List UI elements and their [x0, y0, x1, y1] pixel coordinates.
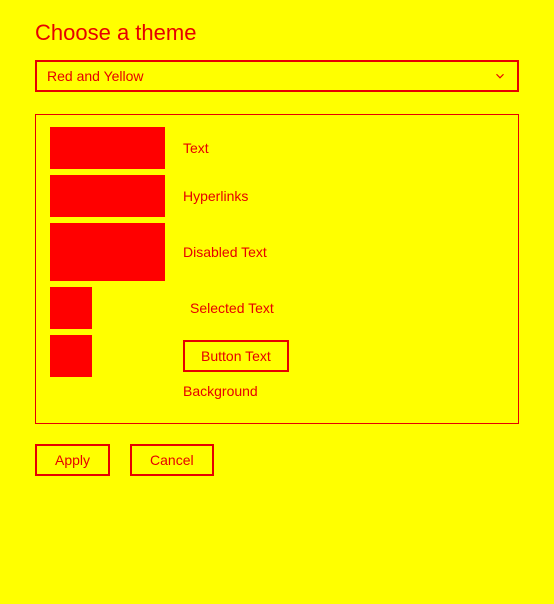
button-text-sample: Button Text — [183, 340, 289, 372]
background-label: Background — [183, 383, 258, 399]
hyperlinks-color-swatch[interactable] — [50, 175, 165, 217]
preview-row-background: Background — [50, 383, 504, 399]
hyperlinks-label: Hyperlinks — [183, 188, 248, 204]
disabled-label: Disabled Text — [183, 244, 267, 260]
preview-row-text: Text — [50, 127, 504, 169]
selected-label: Selected Text — [190, 300, 274, 316]
button-color-swatch[interactable] — [50, 335, 92, 377]
preview-row-disabled: Disabled Text — [50, 223, 504, 281]
preview-row-button: Button Text — [50, 335, 504, 377]
preview-row-selected: Selected Text — [50, 287, 504, 329]
chevron-down-icon — [493, 69, 507, 83]
page-title: Choose a theme — [35, 20, 519, 46]
theme-dropdown-value: Red and Yellow — [47, 68, 144, 84]
cancel-button[interactable]: Cancel — [130, 444, 214, 476]
selected-color-swatch[interactable] — [50, 287, 92, 329]
text-color-swatch[interactable] — [50, 127, 165, 169]
theme-preview-panel: Text Hyperlinks Disabled Text Selected T… — [35, 114, 519, 424]
text-label: Text — [183, 140, 209, 156]
apply-button[interactable]: Apply — [35, 444, 110, 476]
disabled-color-swatch[interactable] — [50, 223, 165, 281]
preview-row-hyperlinks: Hyperlinks — [50, 175, 504, 217]
action-buttons: Apply Cancel — [35, 444, 519, 476]
theme-dropdown[interactable]: Red and Yellow — [35, 60, 519, 92]
